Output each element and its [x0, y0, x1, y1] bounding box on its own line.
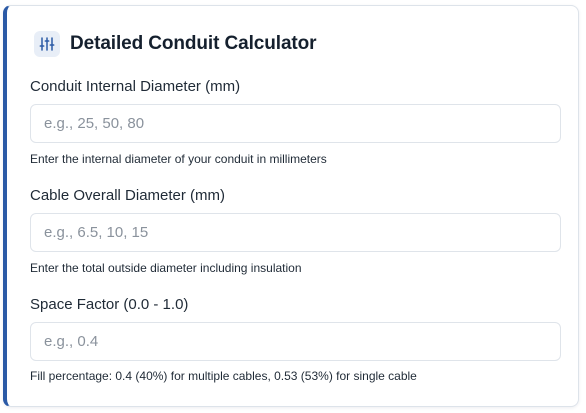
sliders-icon — [34, 31, 60, 57]
conduit-diameter-help: Enter the internal diameter of your cond… — [30, 152, 327, 166]
cable-diameter-help: Enter the total outside diameter includi… — [30, 261, 302, 275]
cable-diameter-input[interactable] — [30, 213, 561, 252]
conduit-calculator-card: Detailed Conduit Calculator Conduit Inte… — [3, 5, 579, 407]
space-factor-input[interactable] — [30, 322, 561, 361]
space-factor-help: Fill percentage: 0.4 (40%) for multiple … — [30, 369, 417, 383]
conduit-diameter-label: Conduit Internal Diameter (mm) — [30, 78, 241, 95]
card-header: Detailed Conduit Calculator — [34, 31, 317, 57]
sliders-icon-glyph — [39, 37, 55, 51]
space-factor-label: Space Factor (0.0 - 1.0) — [30, 296, 189, 313]
conduit-diameter-input[interactable] — [30, 104, 561, 143]
card-title: Detailed Conduit Calculator — [70, 33, 317, 54]
cable-diameter-label: Cable Overall Diameter (mm) — [30, 187, 226, 204]
